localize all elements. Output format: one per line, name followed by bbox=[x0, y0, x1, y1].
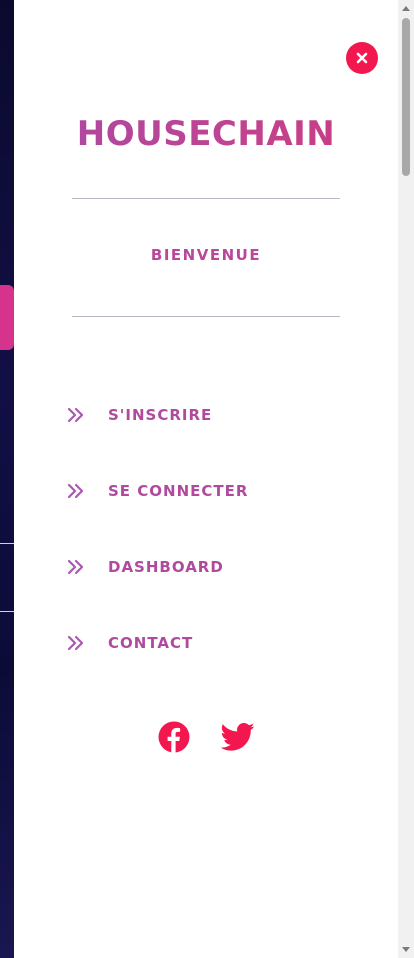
menu-item-label: CONTACT bbox=[108, 634, 194, 652]
welcome-heading: BIENVENUE bbox=[150, 246, 262, 264]
scroll-down-arrow-icon[interactable] bbox=[398, 942, 414, 958]
background-accent bbox=[0, 285, 14, 350]
menu-item-label: SE CONNECTER bbox=[108, 482, 249, 500]
close-icon bbox=[356, 52, 368, 64]
menu-item-label: S'INSCRIRE bbox=[108, 406, 213, 424]
double-chevron-right-icon bbox=[66, 557, 86, 577]
menu-item-dashboard[interactable]: DASHBOARD bbox=[66, 552, 224, 582]
menu-item-sinscrire[interactable]: S'INSCRIRE bbox=[66, 400, 212, 430]
menu-item-contact[interactable]: CONTACT bbox=[66, 628, 193, 658]
background-divider bbox=[0, 543, 14, 544]
menu-item-se-connecter[interactable]: SE CONNECTER bbox=[66, 476, 248, 506]
brand-logo[interactable]: HOUSECHAIN bbox=[14, 114, 398, 154]
scroll-up-arrow-icon[interactable] bbox=[398, 0, 414, 16]
social-links bbox=[14, 720, 398, 754]
divider bbox=[72, 316, 340, 317]
menu-item-label: DASHBOARD bbox=[108, 558, 224, 576]
facebook-icon bbox=[158, 721, 190, 753]
double-chevron-right-icon bbox=[66, 633, 86, 653]
double-chevron-right-icon bbox=[66, 481, 86, 501]
background-divider bbox=[0, 611, 14, 612]
side-drawer: HOUSECHAIN BIENVENUE S'INSCRIRE SE CONNE… bbox=[14, 0, 398, 958]
scrollbar[interactable] bbox=[398, 0, 414, 958]
twitter-link[interactable] bbox=[221, 720, 255, 754]
divider bbox=[72, 198, 340, 199]
close-button[interactable] bbox=[346, 42, 378, 74]
scrollbar-thumb[interactable] bbox=[402, 18, 410, 176]
twitter-icon bbox=[221, 722, 255, 751]
double-chevron-right-icon bbox=[66, 405, 86, 425]
facebook-link[interactable] bbox=[157, 720, 191, 754]
